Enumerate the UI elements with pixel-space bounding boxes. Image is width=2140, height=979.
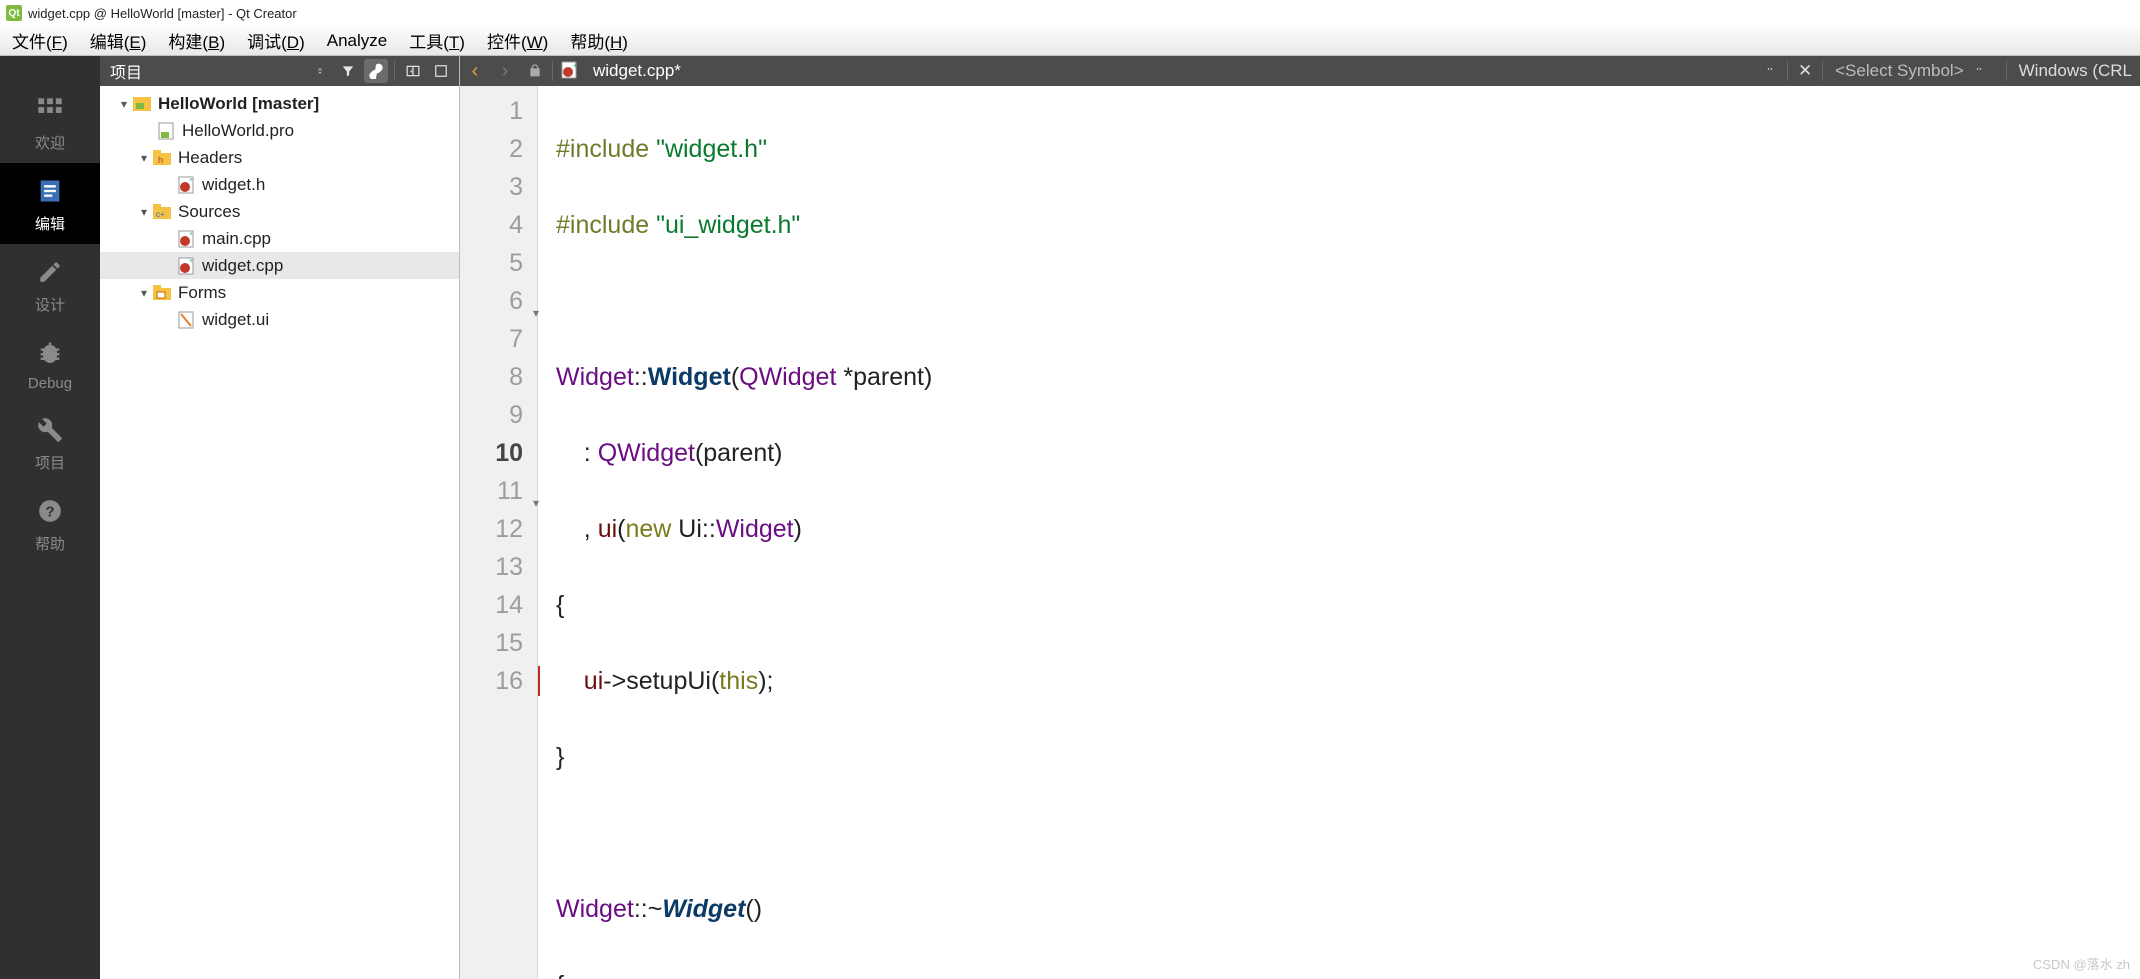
add-split-icon[interactable]: +: [401, 59, 425, 83]
mode-help[interactable]: ? 帮助: [0, 483, 100, 564]
tree-widget-cpp[interactable]: + widget.cpp: [100, 252, 459, 279]
close-file-button[interactable]: ✕: [1790, 56, 1820, 86]
filter-icon[interactable]: [336, 59, 360, 83]
mode-welcome[interactable]: 欢迎: [0, 82, 100, 163]
chevron-down-icon[interactable]: ▾: [116, 97, 132, 111]
menu-widgets[interactable]: 控件(W): [487, 28, 548, 53]
question-icon: ?: [34, 495, 66, 527]
svg-text:+: +: [410, 68, 414, 75]
cpp-icon: +: [176, 229, 196, 249]
nav-forward-button[interactable]: ›: [490, 56, 520, 86]
svg-text:+: +: [189, 258, 193, 265]
mode-sidebar: 欢迎 编辑 设计 Debug 项目 ?: [0, 56, 100, 979]
svg-text:h: h: [158, 155, 163, 165]
mode-design-label: 设计: [35, 294, 65, 315]
tree-sources-label: Sources: [178, 202, 240, 222]
tree-headers-folder[interactable]: ▾ h Headers: [100, 144, 459, 171]
nav-back-button[interactable]: ‹: [460, 56, 490, 86]
mode-edit-label: 编辑: [35, 213, 65, 234]
mode-debug[interactable]: Debug: [0, 325, 100, 402]
symbol-dropdown-icon[interactable]: [1964, 56, 1994, 86]
code-editor[interactable]: 12345 6▾ 789 10 11▾ 1213141516 #include …: [460, 86, 2140, 979]
mode-design[interactable]: 设计: [0, 244, 100, 325]
wrench-icon: [34, 414, 66, 446]
menu-file[interactable]: 文件(F): [12, 28, 68, 53]
editor-filename[interactable]: widget.cpp*: [585, 61, 695, 81]
maximize-icon[interactable]: [429, 59, 453, 83]
ui-form-icon: [176, 310, 196, 330]
mode-projects[interactable]: 项目: [0, 402, 100, 483]
chevron-down-icon[interactable]: ▾: [136, 151, 152, 165]
cpp-h-icon: +: [176, 175, 196, 195]
link-icon[interactable]: [364, 59, 388, 83]
qt-project-icon: [132, 94, 152, 114]
tree-widget-cpp-label: widget.cpp: [202, 256, 283, 276]
line-ending-label[interactable]: Windows (CRL: [2019, 61, 2132, 81]
tree-widget-ui-label: widget.ui: [202, 310, 269, 330]
bug-icon: [34, 337, 66, 369]
menu-analyze[interactable]: Analyze: [327, 31, 387, 51]
folder-form-icon: [152, 283, 172, 303]
menu-build[interactable]: 构建(B): [168, 28, 225, 53]
chevron-down-icon[interactable]: ▾: [136, 286, 152, 300]
menu-tools[interactable]: 工具(T): [409, 28, 465, 53]
tree-forms-label: Forms: [178, 283, 226, 303]
file-type-icon: +: [555, 56, 585, 86]
text-cursor: [538, 666, 540, 696]
project-tree[interactable]: ▾ HelloWorld [master] HelloWorld.pro ▾ h…: [100, 86, 459, 979]
project-pane-title[interactable]: 项目: [106, 59, 304, 83]
project-pane: 项目 + ▾ HelloWorld [master]: [100, 56, 460, 979]
tree-widget-h-label: widget.h: [202, 175, 265, 195]
cpp-icon: +: [176, 256, 196, 276]
svg-text:+: +: [573, 61, 578, 70]
mode-welcome-label: 欢迎: [35, 132, 65, 153]
tree-widget-h[interactable]: + widget.h: [100, 171, 459, 198]
tree-forms-folder[interactable]: ▾ Forms: [100, 279, 459, 306]
qt-pro-icon: [156, 121, 176, 141]
pane-sort-icon[interactable]: [308, 59, 332, 83]
svg-text:+: +: [189, 231, 193, 238]
tree-pro-label: HelloWorld.pro: [182, 121, 294, 141]
tree-sources-folder[interactable]: ▾ c+ Sources: [100, 198, 459, 225]
window-title: widget.cpp @ HelloWorld [master] - Qt Cr…: [28, 6, 297, 21]
menu-bar: 文件(F) 编辑(E) 构建(B) 调试(D) Analyze 工具(T) 控件…: [0, 26, 2140, 56]
mode-help-label: 帮助: [35, 533, 65, 554]
tree-pro-file[interactable]: HelloWorld.pro: [100, 117, 459, 144]
svg-text:c+: c+: [156, 210, 165, 219]
mode-edit[interactable]: 编辑: [0, 163, 100, 244]
pencil-icon: [34, 256, 66, 288]
tree-widget-ui[interactable]: widget.ui: [100, 306, 459, 333]
symbol-selector[interactable]: <Select Symbol>: [1825, 61, 1964, 81]
editor-toolbar: ‹ › + widget.cpp* ✕ <Select Symbol>: [460, 56, 2140, 86]
folder-cpp-icon: c+: [152, 202, 172, 222]
tree-project-root[interactable]: ▾ HelloWorld [master]: [100, 90, 459, 117]
menu-edit[interactable]: 编辑(E): [90, 28, 147, 53]
menu-help[interactable]: 帮助(H): [570, 28, 628, 53]
tree-headers-label: Headers: [178, 148, 242, 168]
qt-app-icon: Qt: [6, 5, 22, 21]
tree-main-cpp-label: main.cpp: [202, 229, 271, 249]
project-pane-header: 项目 +: [100, 56, 459, 86]
menu-debug[interactable]: 调试(D): [247, 28, 305, 53]
mode-debug-label: Debug: [28, 375, 72, 392]
lock-icon[interactable]: [520, 56, 550, 86]
tree-root-label: HelloWorld [master]: [158, 94, 319, 114]
svg-text:+: +: [189, 177, 193, 184]
mode-projects-label: 项目: [35, 452, 65, 473]
document-icon: [34, 175, 66, 207]
folder-h-icon: h: [152, 148, 172, 168]
window-titlebar: Qt widget.cpp @ HelloWorld [master] - Qt…: [0, 0, 2140, 26]
editor-area: ‹ › + widget.cpp* ✕ <Select Symbol>: [460, 56, 2140, 979]
code-content[interactable]: #include "widget.h" #include "ui_widget.…: [538, 86, 2140, 979]
line-number-gutter[interactable]: 12345 6▾ 789 10 11▾ 1213141516: [460, 86, 538, 979]
tree-main-cpp[interactable]: + main.cpp: [100, 225, 459, 252]
file-dropdown-icon[interactable]: [1755, 56, 1785, 86]
grid-icon: [34, 94, 66, 126]
chevron-down-icon[interactable]: ▾: [136, 205, 152, 219]
svg-text:?: ?: [45, 503, 54, 520]
